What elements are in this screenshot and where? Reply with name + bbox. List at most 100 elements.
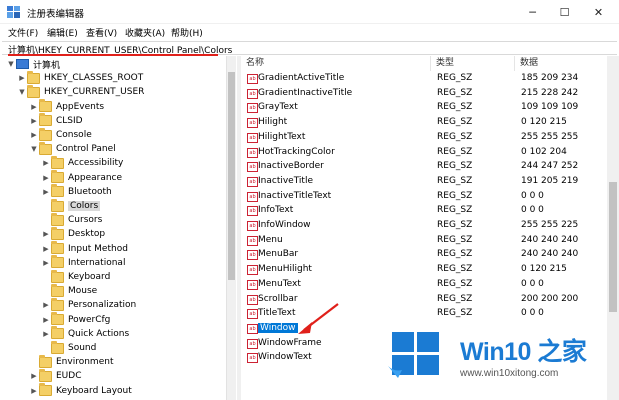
chevron-down-icon[interactable]: ▼: [6, 60, 16, 68]
value-row[interactable]: ab Hilight REG_SZ 0 120 215: [241, 116, 607, 131]
key-tree[interactable]: ▼ 计算机 ▶ HKEY_CLASSES_ROOT ▼ HKEY_CURRENT_USER…: [2, 56, 226, 400]
tree-item-label: International: [68, 257, 126, 268]
value-row[interactable]: ab Menu REG_SZ 240 240 240: [241, 234, 607, 249]
chevron-right-icon[interactable]: ▶: [41, 259, 51, 267]
chevron-right-icon[interactable]: ▶: [41, 188, 51, 196]
chevron-right-icon[interactable]: ▶: [41, 174, 51, 182]
value-row[interactable]: ab GradientActiveTitle REG_SZ 185 209 234: [241, 72, 607, 87]
tree-item-label: Quick Actions: [68, 328, 130, 339]
tree-item[interactable]: ▶ Desktop: [41, 226, 105, 241]
tree-item[interactable]: ▶ AppEvents: [29, 99, 104, 114]
value-row[interactable]: ab HotTrackingColor REG_SZ 0 102 204: [241, 146, 607, 161]
menu-view[interactable]: 查看(V): [86, 26, 117, 39]
chevron-down-icon[interactable]: ▼: [17, 88, 27, 96]
value-type: REG_SZ: [437, 146, 473, 157]
tree-item[interactable]: ▶ International: [41, 255, 126, 270]
value-row[interactable]: ab InfoText REG_SZ 0 0 0: [241, 204, 607, 219]
chevron-right-icon[interactable]: ▶: [29, 131, 39, 139]
folder-icon: [39, 383, 52, 397]
tree-item-label: Sound: [68, 343, 97, 353]
tree-item[interactable]: ▶ Accessibility: [41, 155, 123, 170]
tree-item[interactable]: ▶ EUDC: [29, 368, 82, 383]
watermark-site: www.win10xitong.com: [460, 368, 559, 379]
value-row[interactable]: ab InactiveTitle REG_SZ 191 205 219: [241, 175, 607, 190]
chevron-down-icon[interactable]: ▼: [29, 145, 39, 153]
value-type: REG_SZ: [437, 190, 473, 201]
tree-item[interactable]: ▼ HKEY_CURRENT_USER: [17, 84, 144, 99]
chevron-right-icon[interactable]: ▶: [29, 117, 39, 125]
tree-item[interactable]: ▶ Quick Actions: [41, 326, 130, 341]
chevron-right-icon[interactable]: ▶: [29, 372, 39, 380]
tree-scrollbar-thumb[interactable]: [228, 72, 235, 280]
chevron-right-icon[interactable]: ▶: [29, 103, 39, 111]
chevron-right-icon[interactable]: ▶: [41, 301, 51, 309]
chevron-right-icon[interactable]: ▶: [41, 245, 51, 253]
reg-string-icon: ab: [247, 206, 258, 217]
value-row[interactable]: ab MenuText REG_SZ 0 0 0: [241, 278, 607, 293]
tree-item[interactable]: ▶ Bluetooth: [41, 184, 112, 199]
folder-icon: [51, 326, 64, 340]
chevron-right-icon[interactable]: ▶: [17, 74, 27, 82]
tree-item[interactable]: Environment: [29, 354, 113, 369]
value-row[interactable]: ab GradientInactiveTitle REG_SZ 215 228 242: [241, 87, 607, 102]
chevron-right-icon[interactable]: ▶: [41, 159, 51, 167]
value-row[interactable]: ab MenuBar REG_SZ 240 240 240: [241, 248, 607, 263]
menu-file[interactable]: 文件(F): [8, 26, 38, 39]
value-row[interactable]: ab InactiveBorder REG_SZ 244 247 252: [241, 160, 607, 175]
tree-item[interactable]: ▶ Keyboard Layout: [29, 383, 132, 398]
column-header-name[interactable]: 名称: [241, 56, 431, 71]
value-row[interactable]: ab HilightText REG_SZ 255 255 255: [241, 131, 607, 146]
value-type: REG_SZ: [437, 264, 473, 275]
chevron-right-icon[interactable]: ▶: [41, 316, 51, 324]
close-button[interactable]: ✕: [583, 0, 614, 24]
folder-icon: [51, 170, 64, 184]
tree-item[interactable]: Colors: [41, 198, 101, 213]
folder-icon: [51, 212, 64, 226]
tree-item[interactable]: ▼ 计算机: [6, 57, 60, 71]
tree-item-label: Keyboard: [68, 272, 111, 282]
regedit-icon: [7, 6, 20, 18]
chevron-right-icon[interactable]: ▶: [41, 330, 51, 338]
chevron-right-icon[interactable]: ▶: [41, 230, 51, 238]
tree-item-label: Cursors: [68, 215, 103, 226]
column-header-data[interactable]: 数据: [515, 56, 607, 71]
tree-item[interactable]: ▶ Console: [29, 127, 92, 142]
value-data: 255 255 255: [521, 131, 579, 142]
maximize-button[interactable]: ☐: [549, 0, 580, 24]
tree-item[interactable]: ▶ Appearance: [41, 170, 122, 185]
value-type: REG_SZ: [437, 73, 473, 83]
tree-item[interactable]: ▶ HKEY_CLASSES_ROOT: [17, 70, 143, 85]
value-data: 0 120 215: [521, 117, 567, 128]
tree-item[interactable]: ▶ PowerCfg: [41, 312, 110, 327]
address-bar[interactable]: 计算机\HKEY_CURRENT_USER\Control Panel\Colo…: [2, 41, 617, 56]
tree-item[interactable]: Keyboard: [41, 269, 111, 284]
chevron-right-icon[interactable]: ▶: [29, 387, 39, 395]
tree-item[interactable]: ▶ CLSID: [29, 113, 83, 128]
value-data: 0 102 204: [521, 146, 567, 157]
value-row[interactable]: ab InactiveTitleText REG_SZ 0 0 0: [241, 190, 607, 205]
folder-icon: [39, 368, 52, 382]
value-data: 185 209 234: [521, 73, 579, 83]
tree-item[interactable]: Cursors: [41, 212, 103, 227]
tree-item[interactable]: ▼ Control Panel: [29, 141, 116, 156]
tree-item[interactable]: Mouse: [41, 283, 97, 298]
tree-item[interactable]: ▶ Personalization: [41, 297, 136, 312]
reg-string-icon: ab: [247, 338, 258, 349]
menu-edit[interactable]: 编辑(E): [47, 26, 78, 39]
menu-help[interactable]: 帮助(H): [171, 26, 203, 39]
column-header-type[interactable]: 类型: [431, 56, 515, 71]
tree-item-label: EUDC: [56, 371, 82, 382]
folder-icon: [39, 354, 52, 368]
folder-icon: [51, 155, 64, 169]
value-type: REG_SZ: [437, 308, 473, 319]
values-scrollbar-thumb[interactable]: [609, 182, 617, 312]
value-row[interactable]: ab GrayText REG_SZ 109 109 109: [241, 101, 607, 116]
value-type: REG_SZ: [437, 117, 473, 128]
tree-item[interactable]: ▶ Input Method: [41, 241, 128, 256]
value-name: HotTrackingColor: [258, 146, 335, 157]
minimize-button[interactable]: ─: [517, 0, 548, 24]
menu-favorites[interactable]: 收藏夹(A): [125, 26, 165, 39]
tree-item[interactable]: Sound: [41, 340, 97, 355]
value-row[interactable]: ab MenuHilight REG_SZ 0 120 215: [241, 263, 607, 278]
value-row[interactable]: ab InfoWindow REG_SZ 255 255 225: [241, 219, 607, 234]
